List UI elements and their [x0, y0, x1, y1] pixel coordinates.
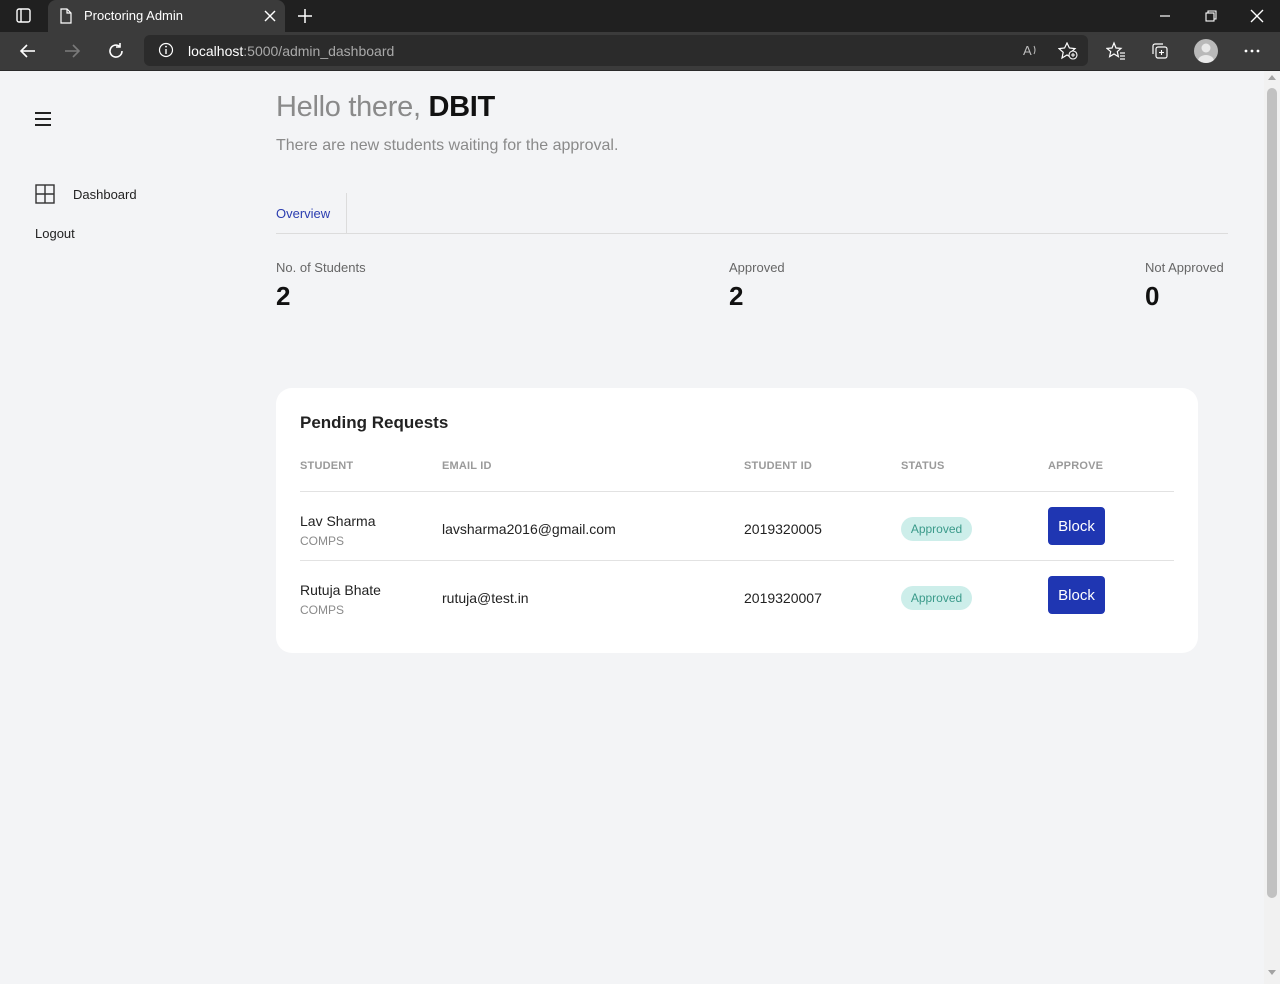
org-name: DBIT	[428, 91, 495, 123]
sidebar-item-logout[interactable]: Logout	[35, 226, 75, 241]
status-badge: Approved	[901, 586, 972, 610]
tab-bar: Overview	[276, 193, 1228, 234]
student-dept: COMPS	[300, 534, 345, 548]
tab-actions-icon[interactable]	[12, 6, 36, 26]
pending-requests-card: Pending Requests STUDENT EMAIL ID STUDEN…	[276, 388, 1198, 653]
browser-toolbar: localhost:5000/admin_dashboard A	[0, 32, 1280, 71]
stat-total-students: No. of Students 2	[276, 260, 366, 311]
tab-overview[interactable]: Overview	[276, 193, 347, 233]
column-header-student: STUDENT	[300, 460, 354, 472]
column-header-student-id: STUDENT ID	[744, 460, 812, 472]
collections-icon[interactable]	[1150, 41, 1170, 61]
add-favorite-icon[interactable]	[1058, 42, 1078, 60]
block-button[interactable]: Block	[1048, 576, 1105, 614]
scroll-down-icon[interactable]	[1268, 970, 1276, 975]
forward-icon[interactable]	[62, 41, 82, 61]
student-name: Lav Sharma	[300, 513, 376, 529]
column-header-email: EMAIL ID	[442, 460, 492, 472]
scroll-up-icon[interactable]	[1268, 75, 1276, 80]
grid-icon	[35, 184, 55, 204]
page-subtitle: There are new students waiting for the a…	[276, 137, 619, 154]
browser-title-bar: Proctoring Admin	[0, 0, 1280, 32]
page-scrollbar[interactable]	[1264, 71, 1280, 984]
card-title: Pending Requests	[300, 413, 449, 432]
stat-approved: Approved 2	[729, 260, 785, 311]
block-button[interactable]: Block	[1048, 507, 1105, 545]
read-aloud-icon[interactable]: A	[1022, 42, 1040, 58]
url-text: localhost:5000/admin_dashboard	[188, 43, 395, 59]
refresh-icon[interactable]	[106, 41, 126, 61]
student-dept: COMPS	[300, 603, 345, 617]
column-header-approve: APPROVE	[1048, 460, 1104, 472]
new-tab-icon[interactable]	[295, 6, 315, 26]
table-row: Lav Sharma COMPS lavsharma2016@gmail.com…	[276, 492, 1198, 560]
stat-not-approved: Not Approved 0	[1145, 260, 1224, 311]
favorites-icon[interactable]	[1106, 41, 1126, 61]
close-tab-icon[interactable]	[263, 9, 277, 23]
tab-title: Proctoring Admin	[84, 8, 183, 23]
student-email: rutuja@test.in	[442, 590, 529, 606]
more-options-icon[interactable]	[1242, 41, 1262, 61]
student-id: 2019320007	[744, 590, 822, 606]
sidebar-item-label: Dashboard	[73, 186, 137, 202]
scrollbar-thumb[interactable]	[1267, 88, 1277, 898]
column-header-status: STATUS	[901, 460, 945, 472]
close-window-icon[interactable]	[1249, 8, 1265, 24]
svg-text:A: A	[1023, 43, 1032, 58]
minimize-icon[interactable]	[1157, 8, 1173, 24]
address-bar[interactable]: localhost:5000/admin_dashboard A	[144, 35, 1088, 66]
student-id: 2019320005	[744, 521, 822, 537]
student-name: Rutuja Bhate	[300, 582, 381, 598]
menu-toggle-icon[interactable]	[35, 112, 51, 126]
page-icon	[60, 8, 72, 24]
profile-avatar[interactable]	[1194, 39, 1218, 63]
sidebar-item-dashboard[interactable]: Dashboard	[35, 183, 137, 205]
user-icon	[1198, 43, 1214, 63]
student-email: lavsharma2016@gmail.com	[442, 521, 616, 537]
status-badge: Approved	[901, 517, 972, 541]
page-content: Dashboard Logout Hello there, DBIT There…	[0, 71, 1264, 984]
table-row: Rutuja Bhate COMPS rutuja@test.in 201932…	[276, 561, 1198, 629]
page-title: Hello there, DBIT	[276, 91, 495, 123]
restore-icon[interactable]	[1203, 8, 1219, 24]
site-info-icon[interactable]	[158, 42, 174, 58]
browser-tab[interactable]: Proctoring Admin	[48, 0, 285, 32]
back-icon[interactable]	[18, 41, 38, 61]
